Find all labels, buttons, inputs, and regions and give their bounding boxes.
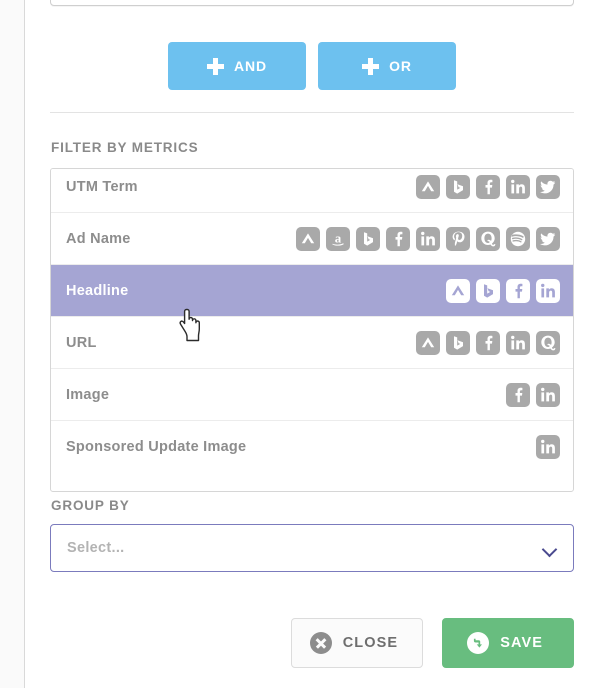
close-button[interactable]: CLOSE [290, 618, 424, 668]
linkedin-icon [536, 382, 560, 407]
add-or-condition-label: OR [389, 58, 412, 74]
bing-icon [446, 174, 470, 199]
svg-text:a: a [335, 230, 342, 245]
linkedin-icon [416, 226, 440, 251]
linkedin-icon [536, 278, 560, 303]
save-button-label: SAVE [500, 635, 543, 651]
metrics-list-scroll-area[interactable]: UTM Term Ad Name a Headline URL Image Sponsore… [51, 169, 573, 473]
pinterest-icon [446, 226, 470, 251]
add-and-condition-button[interactable]: AND [168, 42, 306, 90]
dialog-footer: CLOSE SAVE [26, 618, 598, 668]
linkedin-icon [536, 435, 560, 459]
bing-icon [356, 226, 380, 251]
metric-row[interactable]: UTM Term [51, 169, 573, 213]
section-divider [50, 112, 574, 113]
bing-icon [446, 330, 470, 355]
facebook-icon [386, 226, 410, 251]
metric-platform-icons [416, 174, 560, 199]
metric-platform-icons [416, 330, 560, 355]
filter-panel: AND OR FILTER BY METRICS UTM Term Ad Name… [26, 0, 598, 688]
page-left-gutter [0, 0, 25, 688]
metric-row[interactable]: URL [51, 317, 573, 369]
adroll-icon [416, 330, 440, 355]
metric-row-label: Ad Name [66, 230, 131, 247]
metric-platform-icons [506, 382, 560, 407]
adroll-icon [296, 226, 320, 251]
metric-row-label: UTM Term [66, 178, 138, 195]
quora-icon [476, 226, 500, 251]
spotify-icon [506, 226, 530, 251]
linkedin-icon [506, 174, 530, 199]
twitter-icon [536, 174, 560, 199]
metric-row-label: Headline [66, 282, 129, 299]
adroll-icon [446, 278, 470, 303]
save-arrow-icon [467, 632, 490, 654]
filter-panel-screen: AND OR FILTER BY METRICS UTM Term Ad Name… [0, 0, 598, 688]
facebook-icon [476, 174, 500, 199]
metric-row[interactable]: Sponsored Update Image [51, 421, 573, 473]
chevron-down-icon [543, 544, 557, 553]
metric-platform-icons [446, 278, 560, 303]
facebook-icon [506, 382, 530, 407]
metric-platform-icons: a [296, 226, 560, 251]
group-by-select[interactable]: Select... [50, 524, 574, 572]
facebook-icon [506, 278, 530, 303]
group-by-select-value: Select... [67, 540, 125, 556]
logic-operator-row: AND OR [26, 42, 598, 90]
metrics-list[interactable]: UTM Term Ad Name a Headline URL Image Sponsore… [50, 168, 574, 492]
metric-row-label: Sponsored Update Image [66, 439, 247, 455]
plus-icon [362, 57, 380, 75]
bing-icon [476, 278, 500, 303]
twitter-icon [536, 226, 560, 251]
metric-row[interactable]: Headline [51, 265, 573, 317]
amazon-icon: a [326, 226, 350, 251]
add-or-condition-button[interactable]: OR [318, 42, 456, 90]
metric-row-label: Image [66, 386, 110, 403]
group-by-label: GROUP BY [51, 498, 130, 513]
add-and-condition-label: AND [233, 58, 268, 74]
filter-by-metrics-label: FILTER BY METRICS [51, 140, 199, 155]
facebook-icon [476, 330, 500, 355]
condition-value-input[interactable] [50, 0, 574, 6]
quora-icon [536, 330, 560, 355]
close-circle-icon [309, 632, 332, 654]
metric-row[interactable]: Image [51, 369, 573, 421]
metric-row-label: URL [66, 334, 97, 351]
close-button-label: CLOSE [342, 635, 399, 651]
linkedin-icon [506, 330, 530, 355]
metric-platform-icons [536, 435, 560, 459]
save-button[interactable]: SAVE [442, 618, 574, 668]
adroll-icon [416, 174, 440, 199]
plus-icon [206, 57, 224, 75]
metric-row[interactable]: Ad Name a [51, 213, 573, 265]
